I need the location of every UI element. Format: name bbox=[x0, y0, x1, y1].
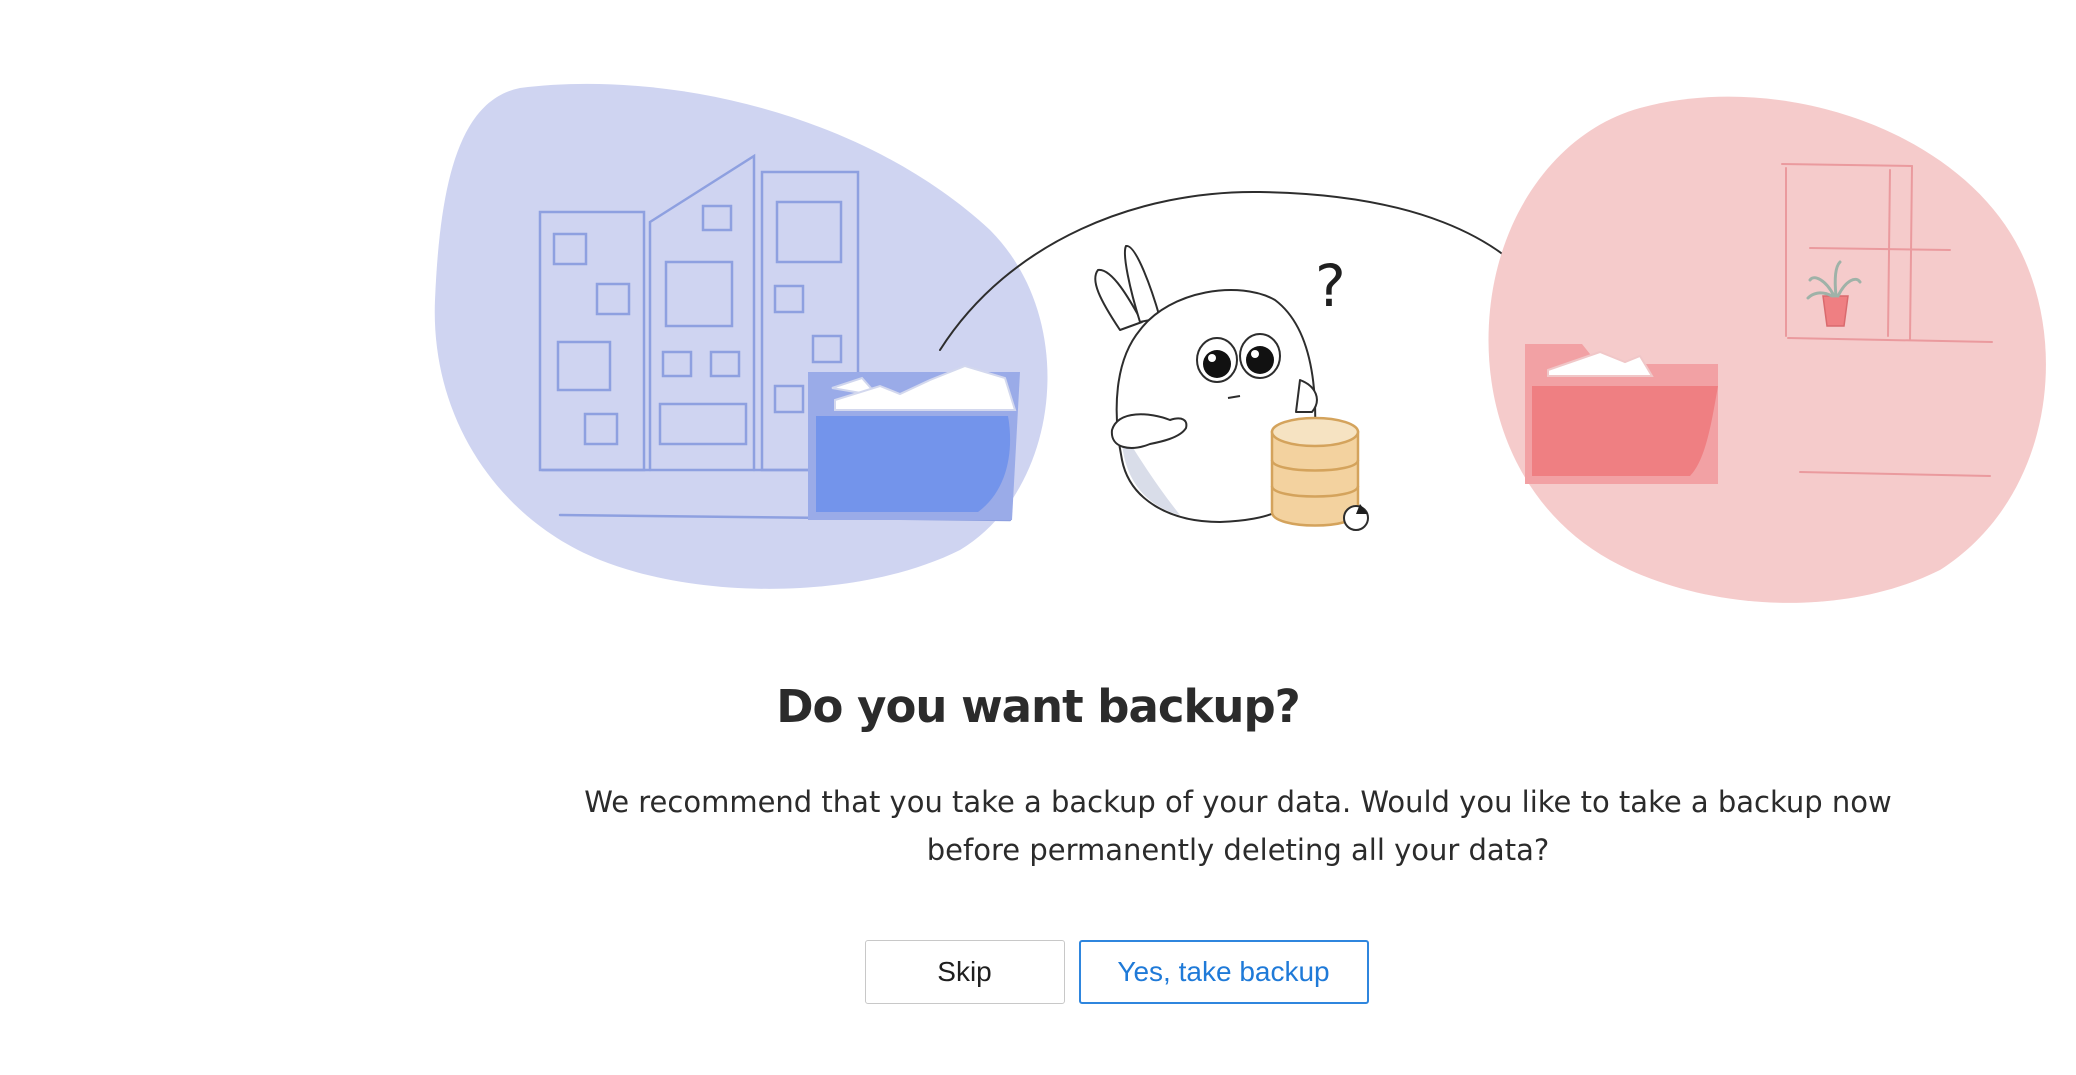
dialog-description: We recommend that you take a backup of y… bbox=[584, 785, 1892, 867]
dialog-actions: Skip Yes, take backup bbox=[0, 940, 2076, 1004]
question-mark-icon: ? bbox=[1315, 252, 1346, 320]
dialog-title: Do you want backup? bbox=[776, 680, 1301, 733]
database-icon bbox=[1270, 416, 1369, 531]
skip-button[interactable]: Skip bbox=[864, 940, 1065, 1004]
take-backup-button[interactable]: Yes, take backup bbox=[1078, 940, 1369, 1004]
blue-folder-icon bbox=[808, 364, 1020, 520]
backup-illustration: ? bbox=[0, 0, 2076, 640]
red-folder-icon bbox=[1525, 344, 1718, 484]
